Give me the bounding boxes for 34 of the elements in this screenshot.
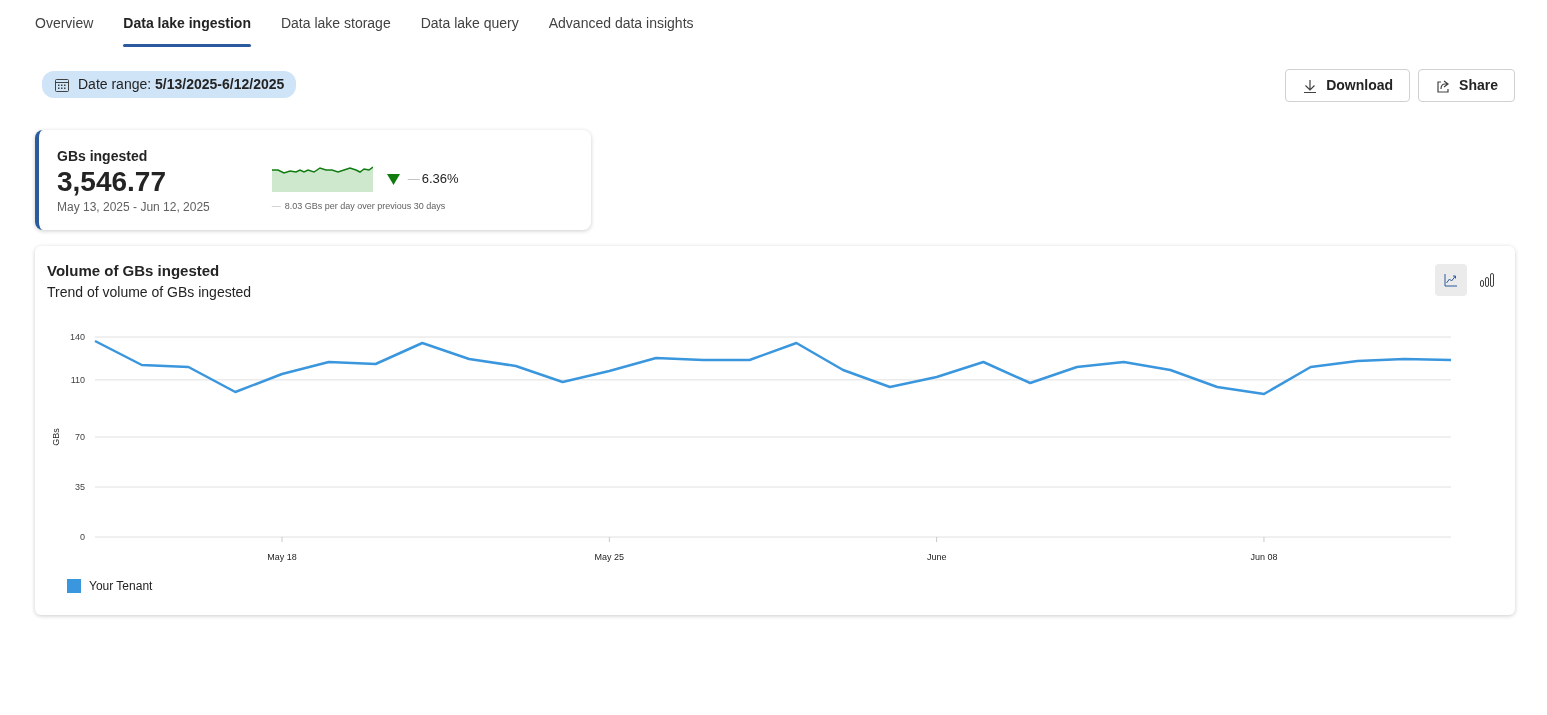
line-view-toggle[interactable] [1435,263,1467,296]
download-button[interactable]: Download [1285,69,1411,102]
dash-icon: — [407,170,420,188]
download-icon [1302,77,1319,94]
chart-title: Volume of GBs ingested [47,260,221,281]
y-tick-label: 110 [70,375,85,386]
legend-label: Your Tenant [89,578,153,596]
change-percent: 6.36% [421,170,459,189]
x-tick-label: June [926,552,947,563]
tab[interactable]: Data lake storage [268,10,403,47]
calendar-icon [54,76,70,93]
chart-subtitle: Trend of volume of GBs ingested [47,283,252,303]
y-tick-label: 70 [75,432,85,443]
x-tick-label: May 25 [594,552,625,563]
date-range-text: Date range: 5/13/2025-6/12/2025 [78,75,285,94]
share-button[interactable]: Share [1418,69,1515,102]
x-tick-label: Jun 08 [1250,552,1278,563]
kpi-title: GBs ingested [57,147,149,166]
x-tick-label: May 18 [267,552,297,563]
date-range-pill[interactable]: Date range: 5/13/2025-6/12/2025 [42,71,297,98]
line-chart-icon [1443,271,1459,288]
tab[interactable]: Data lake ingestion [111,10,263,47]
tab[interactable]: Overview [35,10,106,47]
kpi-period: May 13, 2025 - Jun 12, 2025 [57,198,210,216]
tab[interactable]: Data lake query [408,10,531,47]
y-tick-label: 0 [80,532,85,543]
bar-chart-icon [1479,271,1495,288]
y-axis-title: GBs [51,428,61,447]
y-tick-label: 35 [75,482,85,493]
kpi-value: 3,546.77 [57,167,167,198]
y-tick-label: 140 [69,332,85,343]
dash-icon: — [271,200,281,214]
baseline-text: 8.03 GBs per day over previous 30 days [284,200,446,213]
tab[interactable]: Advanced data insights [536,10,706,47]
